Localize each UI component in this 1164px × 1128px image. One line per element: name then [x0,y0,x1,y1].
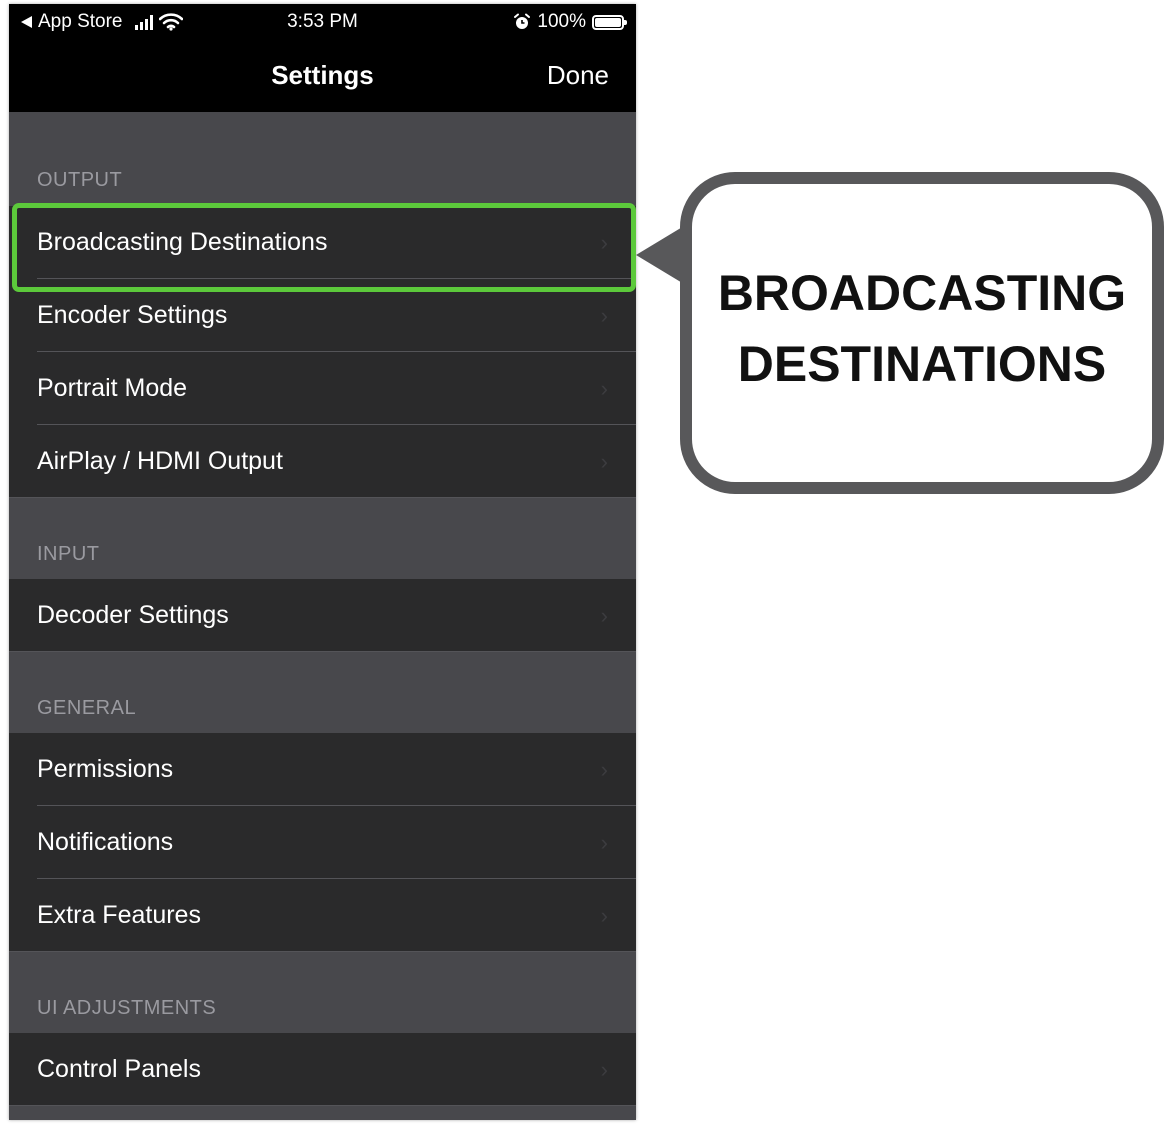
row-divider [9,951,636,952]
row-notifications[interactable]: Notifications › [9,806,636,879]
row-portrait-mode[interactable]: Portrait Mode › [9,352,636,425]
chevron-right-icon: › [600,757,608,782]
row-extra-features[interactable]: Extra Features › [9,879,636,952]
callout-text: BROADCASTING DESTINATIONS [692,258,1152,400]
navigation-bar: Settings Done [9,40,636,112]
chevron-right-icon: › [600,603,608,628]
chevron-right-icon: › [600,830,608,855]
chevron-right-icon: › [600,449,608,474]
callout-pointer [636,226,684,284]
section-header-general: GENERAL [37,697,137,719]
row-label: Control Panels [37,1055,201,1083]
row-decoder-settings[interactable]: Decoder Settings › [9,579,636,652]
callout-line-2: DESTINATIONS [737,336,1107,392]
row-label: Decoder Settings [37,601,229,629]
done-button[interactable]: Done [547,60,609,91]
status-bar: App Store 3:53 PM 100% [9,4,636,40]
alarm-icon [514,13,531,29]
row-label: AirPlay / HDMI Output [37,447,283,475]
row-airplay-hdmi-output[interactable]: AirPlay / HDMI Output › [9,425,636,498]
chevron-right-icon: › [600,376,608,401]
row-label: Portrait Mode [37,374,188,402]
chevron-right-icon: › [600,903,608,928]
row-control-panels[interactable]: Control Panels › [9,1033,636,1106]
row-label: Permissions [37,755,174,783]
battery-icon [592,14,627,30]
row-label: Extra Features [37,901,201,929]
settings-screen: App Store 3:53 PM 100% Settings Done OUT… [9,4,636,1120]
section-header-output: OUTPUT [37,169,123,191]
row-label: Notifications [37,828,174,856]
row-divider [9,651,636,652]
section-header-input: INPUT [37,543,100,565]
callout-line-1: BROADCASTING [717,265,1127,321]
section-header-ui-adjustments: UI ADJUSTMENTS [37,997,217,1019]
battery-percent: 100% [537,11,586,32]
callout-bubble: BROADCASTING DESTINATIONS [680,172,1164,494]
row-divider [9,497,636,498]
page-title: Settings [271,60,374,90]
row-permissions[interactable]: Permissions › [9,733,636,806]
chevron-right-icon: › [600,303,608,328]
row-divider [9,1105,636,1106]
row-label: Encoder Settings [37,301,228,329]
highlight-box [12,203,636,292]
chevron-right-icon: › [600,1057,608,1082]
